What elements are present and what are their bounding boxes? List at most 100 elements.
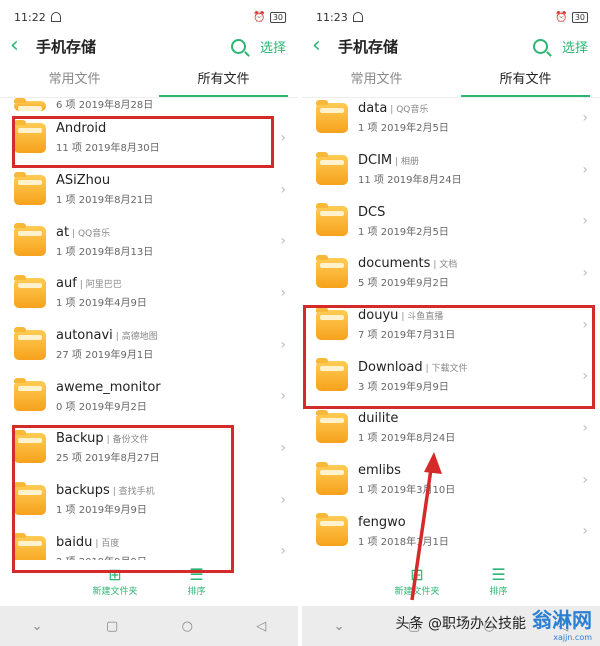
list-item-texts: autonavi | 高德地图 27 项 2019年9月1日: [56, 328, 280, 361]
file-name-text: aweme_monitor: [56, 379, 161, 395]
list-item[interactable]: at | QQ音乐 1 项 2019年8月13日 ›: [0, 215, 298, 267]
file-tag: | 查找手机: [112, 487, 155, 498]
file-tag-text: 百度: [101, 538, 120, 549]
chevron-right-icon: ›: [582, 161, 588, 178]
list-item[interactable]: autonavi | 高德地图 27 项 2019年9月1日 ›: [0, 319, 298, 371]
list-item-texts: aweme_monitor 0 项 2019年9月2日: [56, 380, 280, 413]
chevron-right-icon: ›: [280, 336, 286, 353]
file-name: baidu | 百度: [56, 535, 280, 550]
list-item-texts: data | QQ音乐 1 项 2019年2月5日: [358, 101, 582, 134]
list-item[interactable]: fengwo 1 项 2018年1月1日 ›: [302, 506, 600, 558]
nav-home-square-icon[interactable]: ▢: [106, 619, 118, 634]
tab-common-files[interactable]: 常用文件: [0, 62, 149, 97]
folder-icon: [316, 203, 348, 237]
file-tag-text: 阿里巴巴: [85, 280, 122, 291]
tab-all-files[interactable]: 所有文件: [149, 62, 298, 97]
file-name: auf | 阿里巴巴: [56, 276, 280, 291]
watermark-text: 头条 @职场办公技能: [395, 616, 526, 632]
list-item-texts: Backup | 备份文件 25 项 2019年8月27日: [56, 431, 280, 464]
list-item[interactable]: Android 11 项 2019年8月30日 ›: [0, 112, 298, 164]
status-bar: 11:22 ⏰ 30: [0, 0, 298, 34]
folder-icon: [316, 461, 348, 495]
file-name-text: documents: [358, 256, 431, 272]
chevron-right-icon: ›: [280, 543, 286, 560]
file-name-text: fengwo: [358, 514, 406, 530]
file-meta: 2 项 2019年9月9日: [56, 553, 280, 560]
file-name: at | QQ音乐: [56, 225, 280, 240]
list-item[interactable]: Download | 下载文件 3 项 2019年9月9日 ›: [302, 350, 600, 402]
list-item[interactable]: auf | 阿里巴巴 1 项 2019年4月9日 ›: [0, 267, 298, 319]
page-title: 手机存储: [338, 37, 399, 56]
file-name: Backup | 备份文件: [56, 431, 280, 446]
file-name-text: DCIM: [358, 153, 393, 169]
nav-home-icon[interactable]: ○: [182, 619, 193, 634]
chevron-right-icon: ›: [582, 264, 588, 281]
chevron-right-icon: ›: [280, 491, 286, 508]
watermark-url: xajjn.com: [553, 633, 592, 642]
list-item[interactable]: DCIM | 相册 11 项 2019年8月24日 ›: [302, 144, 600, 196]
file-name-text: Download: [358, 359, 423, 375]
status-time: 11:23: [316, 10, 348, 24]
file-name-text: DCS: [358, 204, 386, 220]
new-folder-label: 新建文件夹: [394, 586, 440, 597]
list-item[interactable]: douyu | 斗鱼直播 7 项 2019年7月31日 ›: [302, 299, 600, 351]
folder-icon: [14, 481, 46, 515]
bottom-toolbar: ⊞ 新建文件夹 ☰ 排序: [302, 560, 600, 602]
search-icon[interactable]: [532, 38, 548, 54]
list-item[interactable]: data | QQ音乐 1 项 2019年2月5日 ›: [302, 92, 600, 144]
list-item[interactable]: duilite 1 项 2019年8月24日 ›: [302, 402, 600, 454]
list-item[interactable]: ASiZhou 1 项 2019年8月21日 ›: [0, 164, 298, 216]
file-name-text: baidu: [56, 534, 93, 550]
list-item-texts: documents | 文档 5 项 2019年9月2日: [358, 256, 582, 289]
list-item[interactable]: documents | 文档 5 项 2019年9月2日 ›: [302, 247, 600, 299]
file-meta: 1 项 2019年8月13日: [56, 246, 154, 258]
file-tag: | 相册: [395, 157, 420, 168]
list-item[interactable]: DCS 1 项 2019年2月5日 ›: [302, 195, 600, 247]
list-item[interactable]: baidu| 百度 2 项 2019年9月9日›: [0, 526, 298, 560]
list-item-texts: duilite 1 项 2019年8月24日: [358, 411, 582, 444]
chevron-right-icon: ›: [280, 388, 286, 405]
sort-button[interactable]: ☰ 排序: [187, 564, 206, 597]
back-icon[interactable]: ‹: [312, 35, 334, 57]
nav-back-icon[interactable]: ◁: [256, 619, 266, 634]
new-folder-button[interactable]: ⊞ 新建文件夹: [394, 565, 440, 597]
sort-button[interactable]: ☰ 排序: [490, 565, 508, 597]
file-meta: 5 项 2019年9月2日: [358, 278, 449, 290]
folder-icon: [316, 254, 348, 288]
right-screen: 11:23 ⏰ 30 ‹ 手机存储 选择 常用文件 所有文件 data | QQ音…: [302, 0, 600, 646]
app-bar: ‹ 手机存储 选择: [302, 34, 600, 58]
list-item-texts: Android 11 项 2019年8月30日: [56, 121, 280, 154]
left-screen: 11:22 ⏰ 30 ‹ 手机存储 选择 常用文件 所有文件 6 项 2019年…: [0, 0, 298, 646]
chevron-right-icon: ›: [582, 523, 588, 540]
watermark: 头条 @职场办公技能 翁淋网 xajjn.com: [396, 604, 592, 642]
folder-icon: [316, 99, 348, 133]
list-item-texts: ASiZhou 1 项 2019年8月21日: [56, 173, 280, 206]
file-name: data | QQ音乐: [358, 101, 582, 116]
new-folder-icon: ⊞: [108, 564, 122, 584]
file-name-text: douyu: [358, 308, 399, 324]
file-tag: | 高德地图: [115, 332, 158, 343]
list-item[interactable]: 6 项 2019年8月28日: [0, 98, 298, 112]
file-meta: 6 项 2019年8月28日: [56, 100, 154, 111]
nav-down-icon[interactable]: ⌄: [334, 619, 345, 634]
nav-down-icon[interactable]: ⌄: [32, 619, 43, 634]
folder-icon: [14, 429, 46, 463]
file-tag: | 下载文件: [425, 363, 468, 374]
sort-icon: ☰: [189, 564, 204, 584]
chevron-right-icon: ›: [280, 439, 286, 456]
list-item[interactable]: aweme_monitor 0 项 2019年9月2日 ›: [0, 370, 298, 422]
list-item[interactable]: emlibs 1 项 2019年3月10日 ›: [302, 454, 600, 506]
search-icon[interactable]: [230, 38, 246, 54]
list-item-texts: emlibs 1 项 2019年3月10日: [358, 463, 582, 496]
select-button[interactable]: 选择: [260, 37, 286, 56]
list-item[interactable]: backups | 查找手机 1 项 2019年9月9日 ›: [0, 474, 298, 526]
folder-icon: [14, 326, 46, 360]
app-bar: ‹ 手机存储 选择: [0, 34, 298, 58]
list-item[interactable]: Backup | 备份文件 25 项 2019年8月27日 ›: [0, 422, 298, 474]
new-folder-button[interactable]: ⊞ 新建文件夹: [92, 564, 137, 597]
sort-label: 排序: [187, 586, 206, 597]
select-button[interactable]: 选择: [562, 37, 588, 56]
back-icon[interactable]: ‹: [10, 35, 32, 57]
file-name-text: ASiZhou: [56, 173, 111, 189]
file-name: fengwo: [358, 515, 582, 530]
